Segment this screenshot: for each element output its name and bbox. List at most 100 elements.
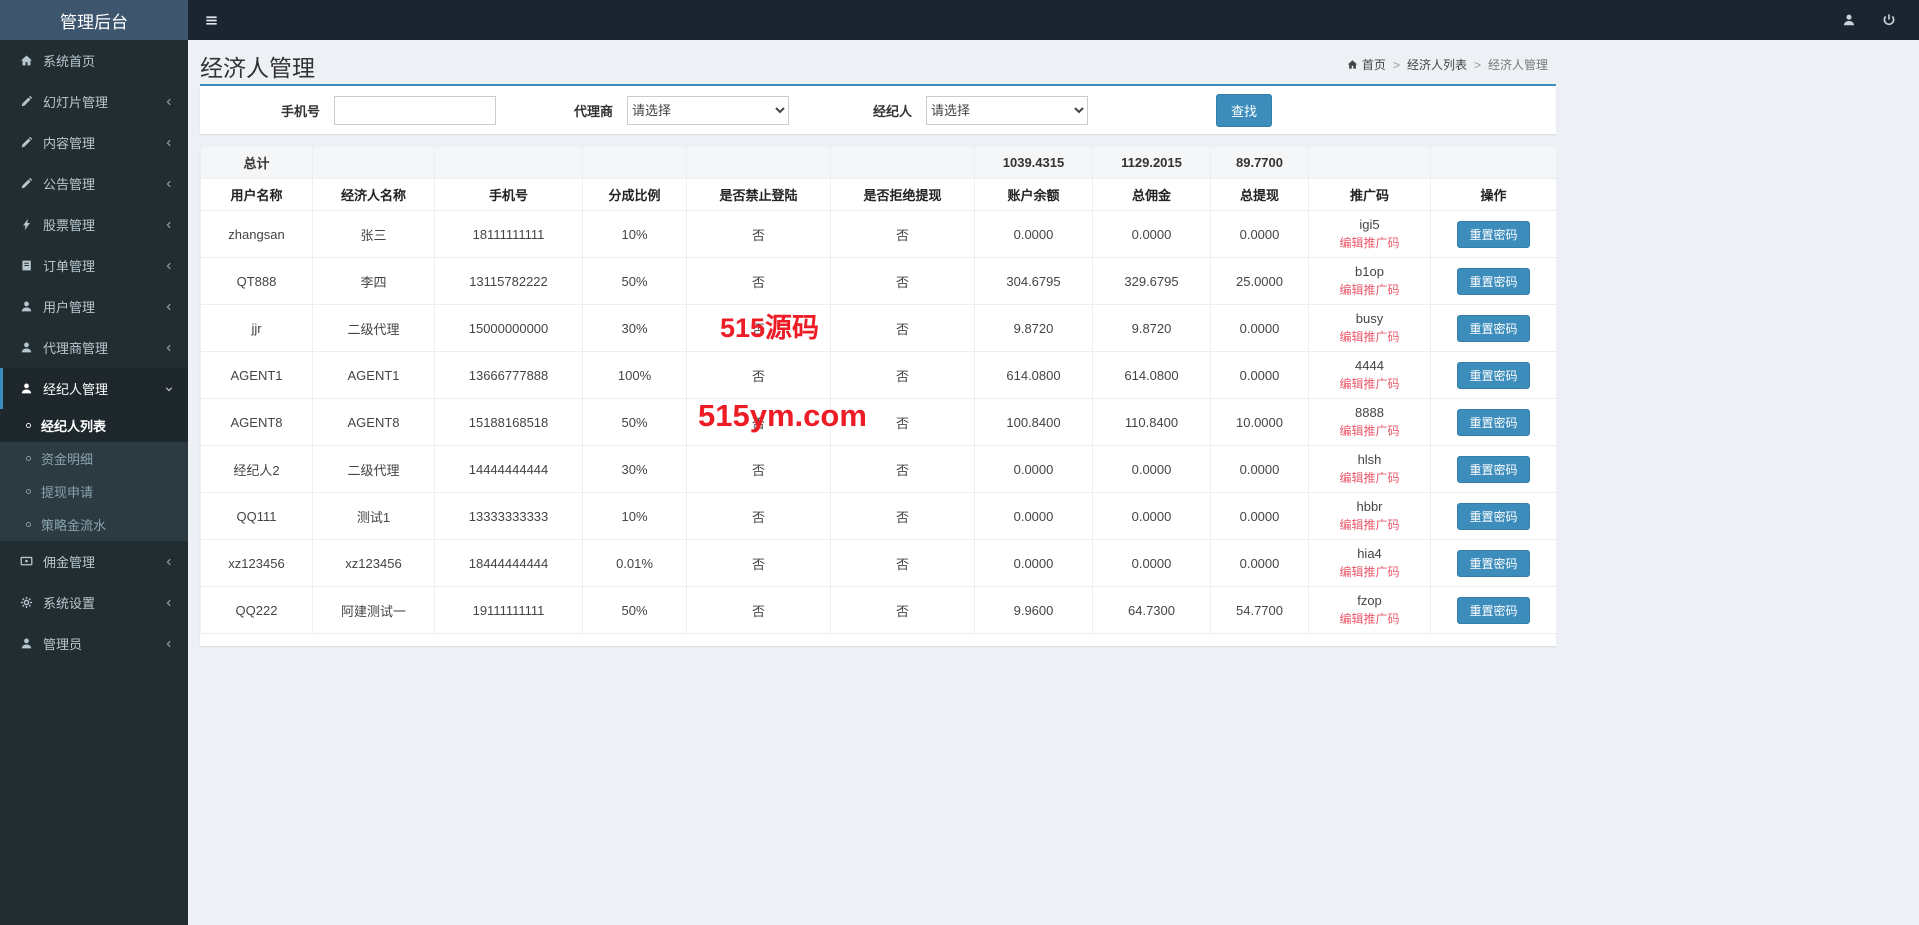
broker-select[interactable]: 请选择 — [926, 96, 1088, 125]
ratio-cell: 10% — [583, 211, 687, 258]
sidebar-subitem-label: 策略金流水 — [41, 515, 106, 534]
reset-password-button[interactable]: 重置密码 — [1457, 315, 1529, 342]
reset-password-button[interactable]: 重置密码 — [1457, 456, 1529, 483]
phone-input[interactable] — [334, 96, 496, 125]
summary-broker-name-cell — [313, 147, 435, 179]
sidebar-item-link[interactable]: 用户管理 — [0, 286, 188, 327]
edit-promo-link[interactable]: 编辑推广码 — [1313, 375, 1426, 392]
promo-cell: hbbr编辑推广码 — [1309, 493, 1431, 540]
username-cell: jjr — [201, 305, 313, 352]
chevron-left-icon — [164, 598, 174, 608]
ban-login-cell: 否 — [687, 540, 831, 587]
promo-cell: hia4编辑推广码 — [1309, 540, 1431, 587]
logout-button[interactable] — [1869, 0, 1909, 40]
sidebar-item: 代理商管理 — [0, 327, 188, 368]
withdraw-cell: 0.0000 — [1211, 305, 1309, 352]
ban-login-cell: 否 — [687, 446, 831, 493]
sidebar-submenu: 经纪人列表资金明细提现申请策略金流水 — [0, 409, 188, 541]
sidebar-item-link[interactable]: 股票管理 — [0, 204, 188, 245]
phone-cell: 13666777888 — [435, 352, 583, 399]
pencil-icon — [17, 136, 36, 149]
agent-label: 代理商 — [574, 101, 613, 120]
edit-promo-link[interactable]: 编辑推广码 — [1313, 281, 1426, 298]
edit-promo-link[interactable]: 编辑推广码 — [1313, 610, 1426, 627]
commission-cell: 64.7300 — [1093, 587, 1211, 634]
column-header: 用户名称 — [201, 179, 313, 211]
broker-name-cell: 测试1 — [313, 493, 435, 540]
sidebar-subitem-link[interactable]: 经纪人列表 — [0, 409, 188, 442]
broker-name-cell: AGENT1 — [313, 352, 435, 399]
sidebar-item-link[interactable]: 经纪人管理 — [0, 368, 188, 409]
sidebar-item-link[interactable]: 公告管理 — [0, 163, 188, 204]
balance-cell: 304.6795 — [975, 258, 1093, 305]
sidebar-menu: 系统首页幻灯片管理内容管理公告管理股票管理订单管理用户管理代理商管理经纪人管理经… — [0, 40, 188, 664]
promo-code: busy — [1313, 311, 1426, 326]
phone-cell: 14444444444 — [435, 446, 583, 493]
sidebar-subitem: 经纪人列表 — [0, 409, 188, 442]
commission-cell: 0.0000 — [1093, 211, 1211, 258]
app-logo[interactable]: 管理后台 — [0, 0, 188, 40]
column-header: 账户余额 — [975, 179, 1093, 211]
refuse-withdraw-cell: 否 — [831, 352, 975, 399]
broker-name-cell: AGENT8 — [313, 399, 435, 446]
edit-promo-link[interactable]: 编辑推广码 — [1313, 516, 1426, 533]
reset-password-button[interactable]: 重置密码 — [1457, 597, 1529, 624]
brokers-table-box: 总计1039.43151129.201589.7700用户名称经济人名称手机号分… — [200, 146, 1556, 646]
sidebar-item-link[interactable]: 管理员 — [0, 623, 188, 664]
sidebar-item-link[interactable]: 代理商管理 — [0, 327, 188, 368]
sidebar-subitem-link[interactable]: 提现申请 — [0, 475, 188, 508]
table-row: jjr二级代理1500000000030%否否9.87209.87200.000… — [201, 305, 1557, 352]
phone-cell: 19111111111 — [435, 587, 583, 634]
refuse-withdraw-cell: 否 — [831, 446, 975, 493]
reset-password-button[interactable]: 重置密码 — [1457, 550, 1529, 577]
edit-promo-link[interactable]: 编辑推广码 — [1313, 328, 1426, 345]
sidebar-item: 系统首页 — [0, 40, 188, 81]
column-header: 手机号 — [435, 179, 583, 211]
edit-promo-link[interactable]: 编辑推广码 — [1313, 469, 1426, 486]
table-row: QQ111测试11333333333310%否否0.00000.00000.00… — [201, 493, 1557, 540]
ban-login-cell: 否 — [687, 305, 831, 352]
user-menu-button[interactable] — [1829, 0, 1869, 40]
sidebar-item-link[interactable]: 佣金管理 — [0, 541, 188, 582]
action-cell: 重置密码 — [1431, 493, 1557, 540]
balance-cell: 9.8720 — [975, 305, 1093, 352]
sidebar-toggle-button[interactable] — [188, 0, 234, 40]
breadcrumb-item[interactable]: 经济人列表 — [1407, 56, 1467, 73]
edit-promo-link[interactable]: 编辑推广码 — [1313, 234, 1426, 251]
summary-withdraw-cell: 89.7700 — [1211, 147, 1309, 179]
user-icon — [17, 341, 36, 354]
sidebar-item-link[interactable]: 幻灯片管理 — [0, 81, 188, 122]
reset-password-button[interactable]: 重置密码 — [1457, 409, 1529, 436]
sidebar-item-link[interactable]: 内容管理 — [0, 122, 188, 163]
sidebar-subitem-link[interactable]: 资金明细 — [0, 442, 188, 475]
sidebar-item-link[interactable]: 系统首页 — [0, 40, 188, 81]
sidebar-item-label: 系统设置 — [43, 593, 95, 612]
withdraw-cell: 0.0000 — [1211, 211, 1309, 258]
sidebar-item-label: 系统首页 — [43, 51, 95, 70]
chevron-left-icon — [164, 639, 174, 649]
edit-promo-link[interactable]: 编辑推广码 — [1313, 422, 1426, 439]
broker-name-cell: 李四 — [313, 258, 435, 305]
reset-password-button[interactable]: 重置密码 — [1457, 503, 1529, 530]
broker-name-cell: 二级代理 — [313, 305, 435, 352]
sidebar-item-link[interactable]: 订单管理 — [0, 245, 188, 286]
balance-cell: 9.9600 — [975, 587, 1093, 634]
reset-password-button[interactable]: 重置密码 — [1457, 221, 1529, 248]
chevron-left-icon — [164, 261, 174, 271]
power-icon — [1882, 13, 1896, 27]
username-cell: zhangsan — [201, 211, 313, 258]
sidebar-subitem-label: 提现申请 — [41, 482, 93, 501]
edit-promo-link[interactable]: 编辑推广码 — [1313, 563, 1426, 580]
agent-select[interactable]: 请选择 — [627, 96, 789, 125]
broker-label: 经纪人 — [873, 101, 912, 120]
reset-password-button[interactable]: 重置密码 — [1457, 268, 1529, 295]
reset-password-button[interactable]: 重置密码 — [1457, 362, 1529, 389]
balance-cell: 614.0800 — [975, 352, 1093, 399]
phone-cell: 18444444444 — [435, 540, 583, 587]
sidebar-item-link[interactable]: 系统设置 — [0, 582, 188, 623]
breadcrumb-item[interactable]: 首页 — [1347, 56, 1386, 73]
sidebar-subitem-link[interactable]: 策略金流水 — [0, 508, 188, 541]
sidebar-subitem: 策略金流水 — [0, 508, 188, 541]
search-button[interactable]: 查找 — [1216, 94, 1272, 127]
action-cell: 重置密码 — [1431, 211, 1557, 258]
